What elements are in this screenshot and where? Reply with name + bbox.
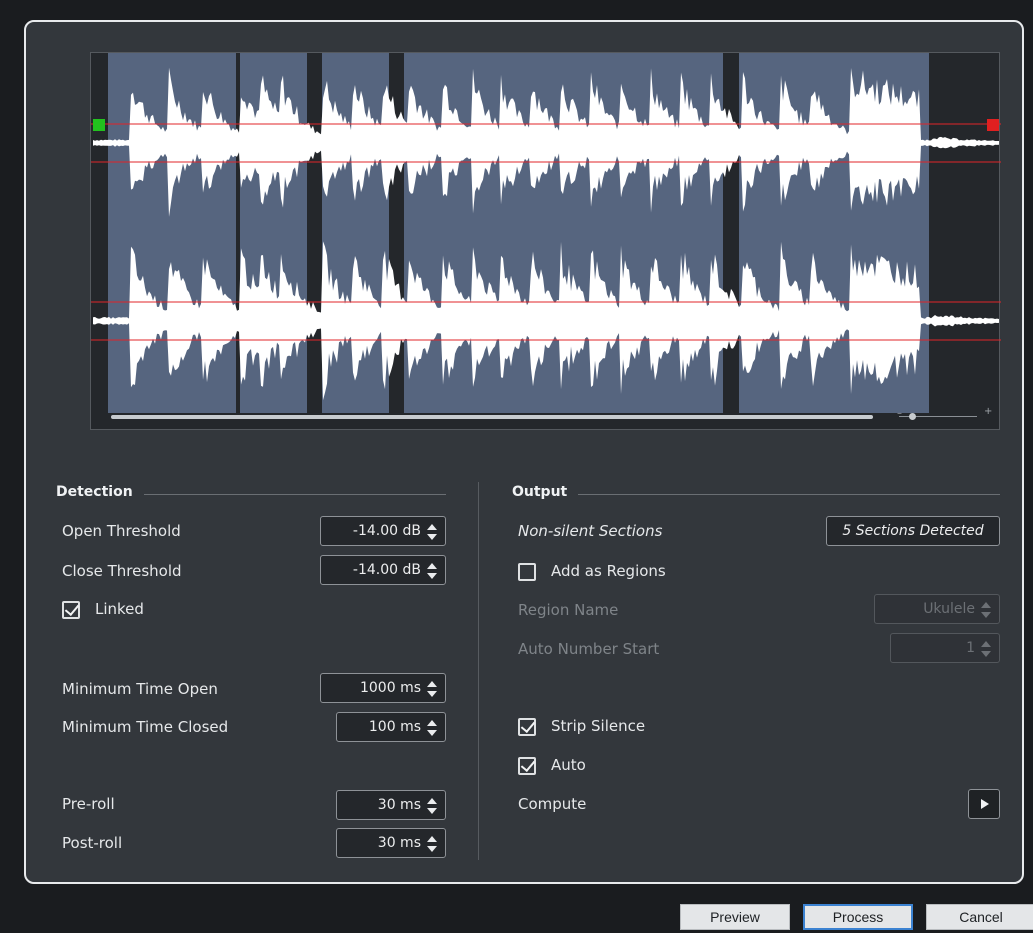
linked-checkbox[interactable] [62,600,80,619]
spin-arrows-icon[interactable] [427,836,437,852]
region-name-label: Region Name [518,601,619,619]
min-time-closed-value: 100 ms [368,719,421,735]
min-time-open-value: 1000 ms [359,680,421,696]
output-title: Output [512,484,568,500]
min-time-closed-field[interactable]: 100 ms [336,712,446,742]
open-threshold-label: Open Threshold [62,522,181,540]
spin-arrows-icon[interactable] [981,641,991,657]
output-rule [578,494,1000,495]
sections-detected-value: 5 Sections Detected [842,523,984,539]
close-threshold-field[interactable]: -14.00 dB [320,555,446,585]
non-silent-sections-label: Non-silent Sections [518,522,663,540]
close-threshold-handle [987,119,999,131]
spin-arrows-icon[interactable] [427,524,437,540]
zoom-slider-handle[interactable] [909,413,916,420]
postroll-value: 30 ms [377,835,421,851]
preroll-field[interactable]: 30 ms [336,790,446,820]
close-threshold-label: Close Threshold [62,562,182,580]
spin-arrows-icon[interactable] [427,681,437,697]
close-threshold-value: -14.00 dB [352,562,421,578]
region-name-value: Ukulele [923,601,975,617]
checkmark-icon [64,600,80,617]
waveform-canvas[interactable] [91,53,1001,431]
zoom-in-icon[interactable]: + [984,406,992,417]
add-as-regions-label: Add as Regions [551,562,666,580]
postroll-label: Post-roll [62,834,123,852]
min-time-open-field[interactable]: 1000 ms [320,673,446,703]
cancel-button[interactable]: Cancel [926,904,1033,930]
open-threshold-value: -14.00 dB [352,523,421,539]
checkmark-icon [520,717,536,734]
add-as-regions-checkbox[interactable] [518,563,536,581]
auto-number-start-field[interactable]: 1 [890,633,1000,663]
spin-arrows-icon[interactable] [427,798,437,814]
section-divider [478,482,479,860]
sections-detected-display: 5 Sections Detected [826,516,1000,546]
strip-silence-label: Strip Silence [551,717,646,735]
linked-label: Linked [95,600,144,618]
horizontal-scrollbar[interactable] [111,415,873,419]
preview-button[interactable]: Preview [680,904,790,930]
compute-label: Compute [518,795,587,813]
auto-number-start-label: Auto Number Start [518,640,660,658]
detection-title: Detection [56,484,133,500]
spin-arrows-icon[interactable] [427,720,437,736]
detect-silence-dialog: – + Detection Open Threshold -14.00 dB C… [24,20,1024,884]
waveform-display[interactable]: – + [90,52,1001,431]
spin-arrows-icon[interactable] [427,563,437,579]
preroll-value: 30 ms [377,797,421,813]
auto-checkbox[interactable] [518,756,536,775]
detection-rule [144,494,446,495]
auto-label: Auto [551,756,586,774]
region-name-field[interactable]: Ukulele [874,594,1000,624]
postroll-field[interactable]: 30 ms [336,828,446,858]
min-time-closed-label: Minimum Time Closed [62,718,229,736]
strip-silence-checkbox[interactable] [518,717,536,736]
process-button[interactable]: Process [803,904,913,930]
compute-play-button[interactable] [968,789,1000,819]
preroll-label: Pre-roll [62,795,115,813]
open-threshold-handle [93,119,105,131]
checkmark-icon [520,756,536,773]
min-time-open-label: Minimum Time Open [62,680,218,698]
spin-arrows-icon[interactable] [981,602,991,618]
zoom-out-icon[interactable]: – [897,408,902,419]
auto-number-start-value: 1 [966,640,975,656]
open-threshold-field[interactable]: -14.00 dB [320,516,446,546]
